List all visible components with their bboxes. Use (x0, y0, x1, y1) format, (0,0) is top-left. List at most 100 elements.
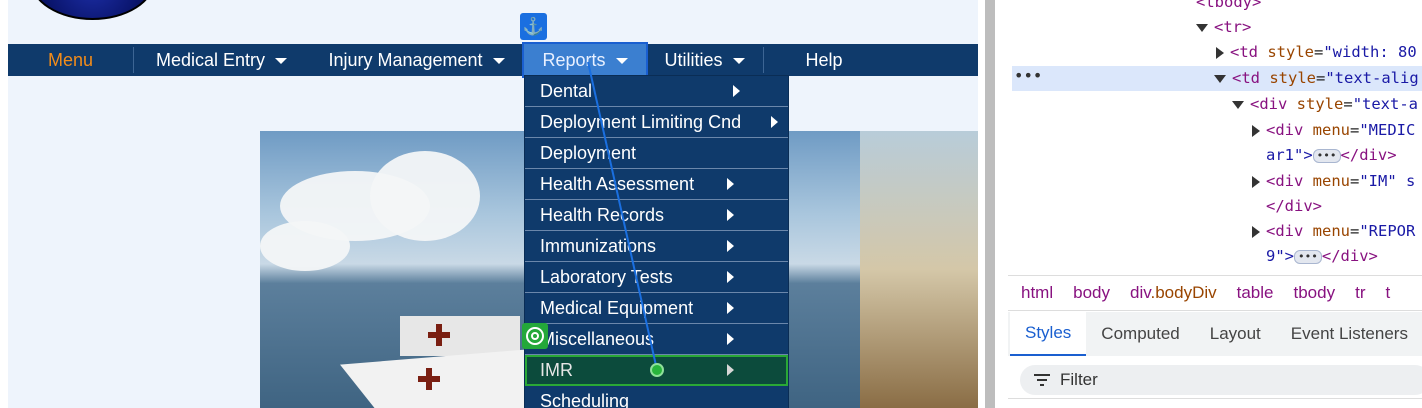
anchor-icon: ⚓ (520, 13, 547, 40)
main-navbar: Menu Medical Entry Injury Management Rep… (8, 42, 978, 78)
dom-node-continuation: </div> (1266, 194, 1322, 219)
dom-attr-value: ar1"> (1266, 146, 1313, 164)
dom-attr: menu (1312, 222, 1350, 240)
dom-tag: </div> (1340, 146, 1397, 164)
dom-node-div-reports[interactable]: <div menu="REPOR (1252, 219, 1415, 244)
collapsed-children-chip[interactable]: ••• (1294, 249, 1322, 264)
expand-triangle-icon[interactable] (1196, 23, 1208, 32)
nav-injury-management-label: Injury Management (328, 49, 483, 70)
breadcrumb-text: div (1130, 283, 1151, 302)
dom-tag: <div (1266, 222, 1313, 240)
cloud-shape (370, 151, 480, 241)
collapse-triangle-icon[interactable] (1252, 225, 1260, 238)
training-photo (860, 131, 978, 408)
reports-menu-item[interactable]: Medical Equipment (525, 293, 788, 324)
reports-menu-item-label: Health Assessment (540, 173, 695, 194)
dom-node-continuation: 9"> ••• </div> (1266, 244, 1378, 269)
target-ring-outer (526, 327, 544, 345)
dom-attr: menu (1312, 172, 1350, 190)
collapse-triangle-icon[interactable] (1252, 124, 1260, 137)
nav-help[interactable]: Help (764, 44, 884, 76)
dom-node-div-medic[interactable]: <div menu="MEDIC (1252, 118, 1415, 143)
reports-menu-item[interactable]: Health Assessment (525, 169, 788, 200)
nav-medical-entry[interactable]: Medical Entry (134, 44, 309, 76)
dom-attr: style (1269, 69, 1316, 87)
nav-injury-management[interactable]: Injury Management (309, 44, 524, 76)
dom-tag: <div (1250, 95, 1297, 113)
nav-reports[interactable]: Reports (522, 42, 648, 78)
expand-triangle-icon[interactable] (1214, 74, 1226, 83)
reports-menu-item[interactable]: Dental (525, 76, 788, 107)
submenu-arrow-icon (733, 85, 740, 97)
dom-tag: <td (1230, 43, 1268, 61)
expand-triangle-icon[interactable] (1232, 100, 1244, 109)
devtools-panel: <tbody> <tr> <td style="width: 80 ••• <t… (1008, 0, 1422, 408)
tab-computed[interactable]: Computed (1086, 312, 1194, 356)
target-icon (522, 323, 548, 349)
breadcrumb-text: t (1385, 283, 1391, 302)
target-ring-inner (531, 332, 539, 340)
breadcrumb-item[interactable]: t (1385, 283, 1390, 303)
submenu-arrow-icon (771, 116, 778, 128)
nav-utilities-label: Utilities (664, 49, 723, 70)
styles-filter-input[interactable]: Filter (1020, 365, 1422, 395)
reports-menu-item-label: Deployment (540, 142, 637, 163)
reports-menu-item-label: Scheduling (540, 390, 630, 408)
dom-node-tr[interactable]: <tr> (1196, 15, 1251, 40)
reports-menu-item[interactable]: Health Records (525, 200, 788, 231)
reports-menu-item[interactable]: Miscellaneous (525, 324, 788, 355)
reports-menu-item-label: Dental (540, 80, 593, 101)
submenu-arrow-icon (727, 240, 734, 252)
devtools-tabs: Styles Computed Layout Event Listeners (1008, 312, 1422, 356)
breadcrumb-item[interactable]: html (1021, 283, 1053, 303)
breadcrumb-item[interactable]: body (1073, 283, 1110, 303)
reports-menu-item[interactable]: Laboratory Tests (525, 262, 788, 293)
submenu-arrow-icon (727, 364, 734, 376)
dom-attr-value: "REPOR (1359, 222, 1416, 240)
submenu-arrow-icon (727, 333, 734, 345)
nav-reports-label: Reports (542, 49, 606, 70)
reports-menu-item[interactable]: Scheduling (525, 386, 788, 408)
dom-tag: <div (1266, 172, 1313, 190)
reports-menu-item[interactable]: Deployment (525, 138, 788, 169)
panel-splitter[interactable] (985, 0, 995, 408)
breadcrumb-item[interactable]: div.bodyDiv (1130, 283, 1217, 303)
nav-help-label: Help (805, 49, 843, 70)
dom-node-continuation: ar1"> ••• </div> (1266, 143, 1397, 168)
more-options-icon[interactable]: ••• (1014, 66, 1042, 85)
reports-menu-item-label: IMR (540, 359, 573, 380)
nav-utilities[interactable]: Utilities (646, 44, 763, 76)
dom-node-div-im[interactable]: <div menu="IM" s (1252, 169, 1415, 194)
reports-menu-item[interactable]: Deployment Limiting Cnd (525, 107, 788, 138)
dom-attr-value: "text-alig (1325, 69, 1419, 87)
dom-tag: <tr> (1214, 18, 1252, 36)
breadcrumb-item[interactable]: tbody (1294, 283, 1336, 303)
caret-down-icon (732, 58, 745, 64)
nav-menu-text: Menu (47, 49, 94, 70)
tab-layout[interactable]: Layout (1195, 312, 1276, 356)
breadcrumb-text: table (1236, 283, 1274, 302)
tab-styles[interactable]: Styles (1010, 312, 1087, 356)
dom-attr-value: "width: 80 (1323, 43, 1417, 61)
dom-node-tbody[interactable]: <tbody> (1196, 0, 1261, 15)
collapse-triangle-icon[interactable] (1216, 46, 1224, 59)
filter-icon (1034, 374, 1050, 386)
breadcrumb-item[interactable]: table (1237, 283, 1274, 303)
ellipsis-text: ••• (1014, 66, 1043, 85)
submenu-arrow-icon (727, 178, 734, 190)
tab-event-listeners[interactable]: Event Listeners (1276, 312, 1422, 356)
dom-node-td[interactable]: <td style="width: 80 (1216, 40, 1417, 65)
dom-attr-value: "IM" s (1359, 172, 1416, 190)
caret-down-icon (275, 58, 288, 64)
breadcrumb-text: tbody (1293, 283, 1336, 302)
dom-tag: <tbody> (1196, 0, 1262, 11)
breadcrumb-item[interactable]: tr (1355, 283, 1365, 303)
reports-menu-item[interactable]: Immunizations (525, 231, 788, 262)
drag-handle-dot[interactable] (650, 363, 664, 377)
dom-attr-value: "text-a (1352, 95, 1419, 113)
collapse-triangle-icon[interactable] (1252, 175, 1260, 188)
dom-node-div[interactable]: <div style="text-a (1232, 92, 1418, 117)
breadcrumb-text: .bodyDiv (1150, 283, 1217, 302)
dom-attr-value: 9"> (1266, 247, 1294, 265)
collapsed-children-chip[interactable]: ••• (1312, 148, 1341, 163)
